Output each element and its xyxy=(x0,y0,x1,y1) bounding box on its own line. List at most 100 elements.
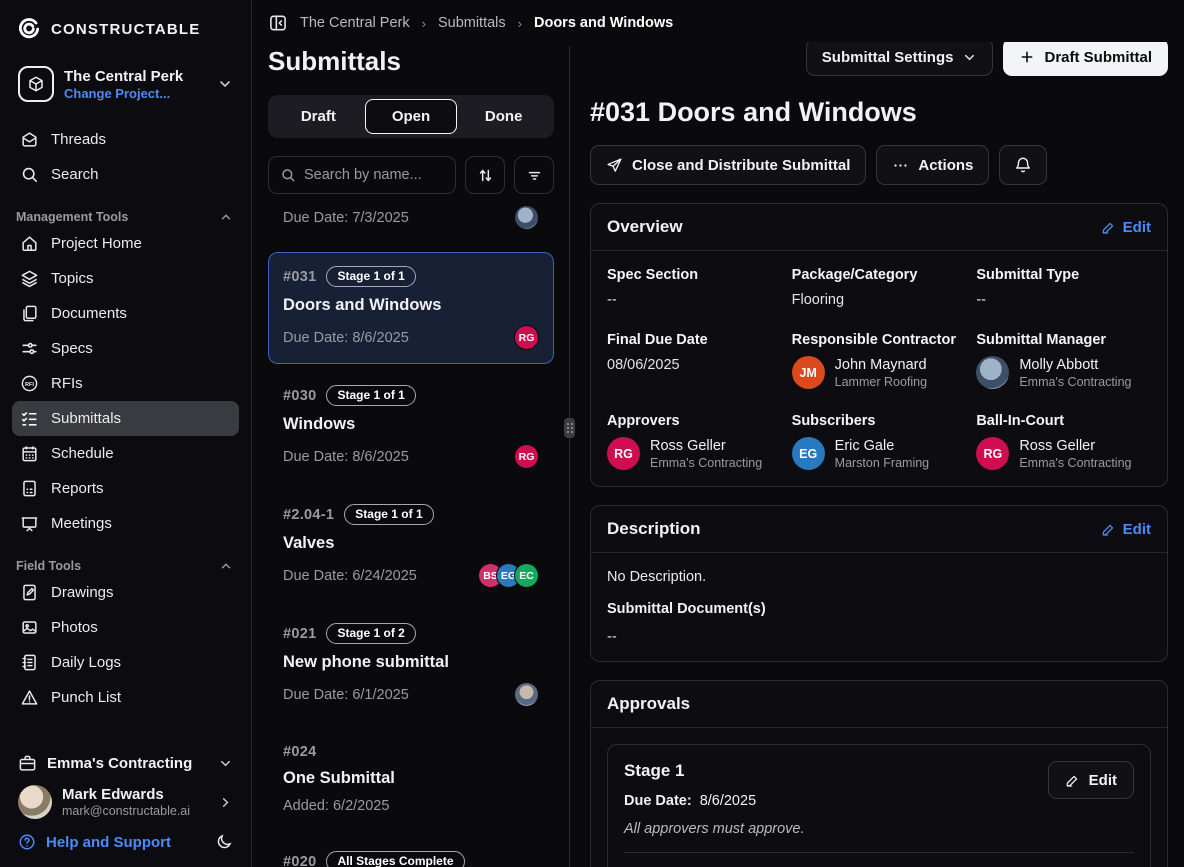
description-edit-button[interactable]: Edit xyxy=(1101,521,1151,538)
list-item-031[interactable]: #031 Stage 1 of 1 Doors and Windows Due … xyxy=(268,252,554,364)
pencil-icon xyxy=(1065,773,1080,788)
sidebar-item-specs[interactable]: Specs xyxy=(12,331,239,366)
sidebar-item-photos[interactable]: Photos xyxy=(12,610,239,645)
project-switcher[interactable]: The Central Perk Change Project... xyxy=(12,60,239,108)
sidebar-item-project-home[interactable]: Project Home xyxy=(12,226,239,261)
due-value: 8/6/2025 xyxy=(700,793,756,809)
change-project-link[interactable]: Change Project... xyxy=(64,86,207,101)
due-date: Due Date: 6/24/2025 xyxy=(283,568,417,584)
submittal-number: #031 xyxy=(283,269,316,285)
search-icon xyxy=(280,167,296,183)
due-label: Due Date: xyxy=(624,793,692,809)
submittal-detail-title: #031 Doors and Windows xyxy=(590,97,1168,128)
field-label: Spec Section xyxy=(607,267,782,283)
moon-icon[interactable] xyxy=(215,833,233,851)
tab-done[interactable]: Done xyxy=(457,99,550,134)
edit-label: Edit xyxy=(1123,521,1151,538)
submittal-settings-label: Submittal Settings xyxy=(822,49,954,66)
list-item-021[interactable]: #021 Stage 1 of 2 New phone submittal Du… xyxy=(268,609,554,721)
sidebar-item-drawings[interactable]: Drawings xyxy=(12,575,239,610)
sidebar-item-meetings[interactable]: Meetings xyxy=(12,506,239,541)
field-value: -- xyxy=(607,292,782,308)
stage-title: Stage 1 xyxy=(624,761,805,781)
home-icon xyxy=(20,234,39,253)
search-input[interactable] xyxy=(304,167,444,183)
user-menu[interactable]: Mark Edwards mark@constructable.ai xyxy=(12,781,239,827)
sidebar-item-label: Daily Logs xyxy=(51,654,121,671)
submittal-detail-panel: Submittal Settings Draft Submittal #031 … xyxy=(570,42,1184,867)
chevron-down-icon xyxy=(217,76,233,92)
overview-edit-button[interactable]: Edit xyxy=(1101,219,1151,236)
panel-resize-handle[interactable] xyxy=(564,418,575,438)
page-title: Submittals xyxy=(268,46,554,77)
sliders-icon xyxy=(20,339,39,358)
collapse-sidebar-icon[interactable] xyxy=(268,13,288,33)
due-date: Due Date: 8/6/2025 xyxy=(283,330,409,346)
submittal-title: Windows xyxy=(283,415,539,434)
list-item-2041[interactable]: #2.04-1 Stage 1 of 1 Valves Due Date: 6/… xyxy=(268,490,554,602)
management-tools-nav: Project Home Topics Documents Specs RFI … xyxy=(12,226,239,541)
section-label: Management Tools xyxy=(16,210,128,224)
sidebar-item-rfis[interactable]: RFI RFIs xyxy=(12,366,239,401)
person-company: Emma's Contracting xyxy=(1019,456,1131,470)
list-item-020[interactable]: #020 All Stages Complete xyxy=(268,837,554,867)
actions-button[interactable]: Actions xyxy=(876,145,989,185)
field-value: Flooring xyxy=(792,292,967,308)
list-toolbar xyxy=(268,156,554,194)
sidebar-item-reports[interactable]: Reports xyxy=(12,471,239,506)
sidebar-item-label: Schedule xyxy=(51,445,114,462)
avatar xyxy=(976,356,1009,389)
chevron-up-icon xyxy=(219,559,233,573)
avatar-stack: BS EG EC xyxy=(478,563,539,588)
close-distribute-button[interactable]: Close and Distribute Submittal xyxy=(590,145,866,185)
sidebar-item-schedule[interactable]: Schedule xyxy=(12,436,239,471)
sidebar-item-search[interactable]: Search xyxy=(12,157,239,192)
draft-submittal-button[interactable]: Draft Submittal xyxy=(1003,42,1168,76)
breadcrumb-project[interactable]: The Central Perk xyxy=(300,15,410,31)
alert-triangle-icon xyxy=(20,688,39,707)
company-switcher[interactable]: Emma's Contracting xyxy=(12,746,239,781)
tab-open[interactable]: Open xyxy=(365,99,458,134)
list-item-024[interactable]: #024 One Submittal Added: 6/2/2025 xyxy=(268,730,554,828)
person-company: Emma's Contracting xyxy=(1019,375,1131,389)
filter-button[interactable] xyxy=(514,156,554,194)
sidebar-item-topics[interactable]: Topics xyxy=(12,261,239,296)
stage-edit-button[interactable]: Edit xyxy=(1048,761,1134,799)
section-field-tools[interactable]: Field Tools xyxy=(12,555,239,575)
field-submittal-manager: Submittal Manager Molly Abbott Emma's Co… xyxy=(976,332,1151,389)
submittal-title: One Submittal xyxy=(283,769,539,788)
submittal-list: Due Date: 7/3/2025 #031 Stage 1 of 1 Doo… xyxy=(268,198,554,867)
actions-label: Actions xyxy=(918,157,973,174)
submittal-settings-button[interactable]: Submittal Settings xyxy=(806,42,994,76)
sidebar-item-submittals[interactable]: Submittals xyxy=(12,401,239,436)
sidebar-item-label: Specs xyxy=(51,340,93,357)
sidebar-item-label: Topics xyxy=(51,270,94,287)
sidebar-item-threads[interactable]: Threads xyxy=(12,122,239,157)
tab-draft[interactable]: Draft xyxy=(272,99,365,134)
list-item-partial[interactable]: Due Date: 7/3/2025 xyxy=(268,198,554,244)
user-avatar xyxy=(18,785,52,819)
field-value: -- xyxy=(976,292,1151,308)
breadcrumb-submittals[interactable]: Submittals xyxy=(438,15,506,31)
field-package-category: Package/Category Flooring xyxy=(792,267,967,308)
user-name: Mark Edwards xyxy=(62,786,208,803)
project-name: The Central Perk xyxy=(64,68,207,85)
sidebar-item-punch-list[interactable]: Punch List xyxy=(12,680,239,715)
sidebar-item-daily-logs[interactable]: Daily Logs xyxy=(12,645,239,680)
notifications-button[interactable] xyxy=(999,145,1047,185)
sidebar-item-documents[interactable]: Documents xyxy=(12,296,239,331)
person-company: Emma's Contracting xyxy=(650,456,762,470)
sort-button[interactable] xyxy=(465,156,505,194)
field-label: Final Due Date xyxy=(607,332,782,348)
bell-icon xyxy=(1014,156,1032,174)
sidebar-item-label: Drawings xyxy=(51,584,114,601)
presentation-icon xyxy=(20,514,39,533)
help-and-support[interactable]: Help and Support xyxy=(12,827,239,857)
status-tabs: Draft Open Done xyxy=(268,95,554,138)
due-date: Due Date: 6/1/2025 xyxy=(283,687,409,703)
section-label: Field Tools xyxy=(16,559,81,573)
section-management-tools[interactable]: Management Tools xyxy=(12,206,239,226)
list-item-030[interactable]: #030 Stage 1 of 1 Windows Due Date: 8/6/… xyxy=(268,371,554,483)
ellipsis-icon xyxy=(892,157,909,174)
chevron-right-icon xyxy=(218,795,233,810)
